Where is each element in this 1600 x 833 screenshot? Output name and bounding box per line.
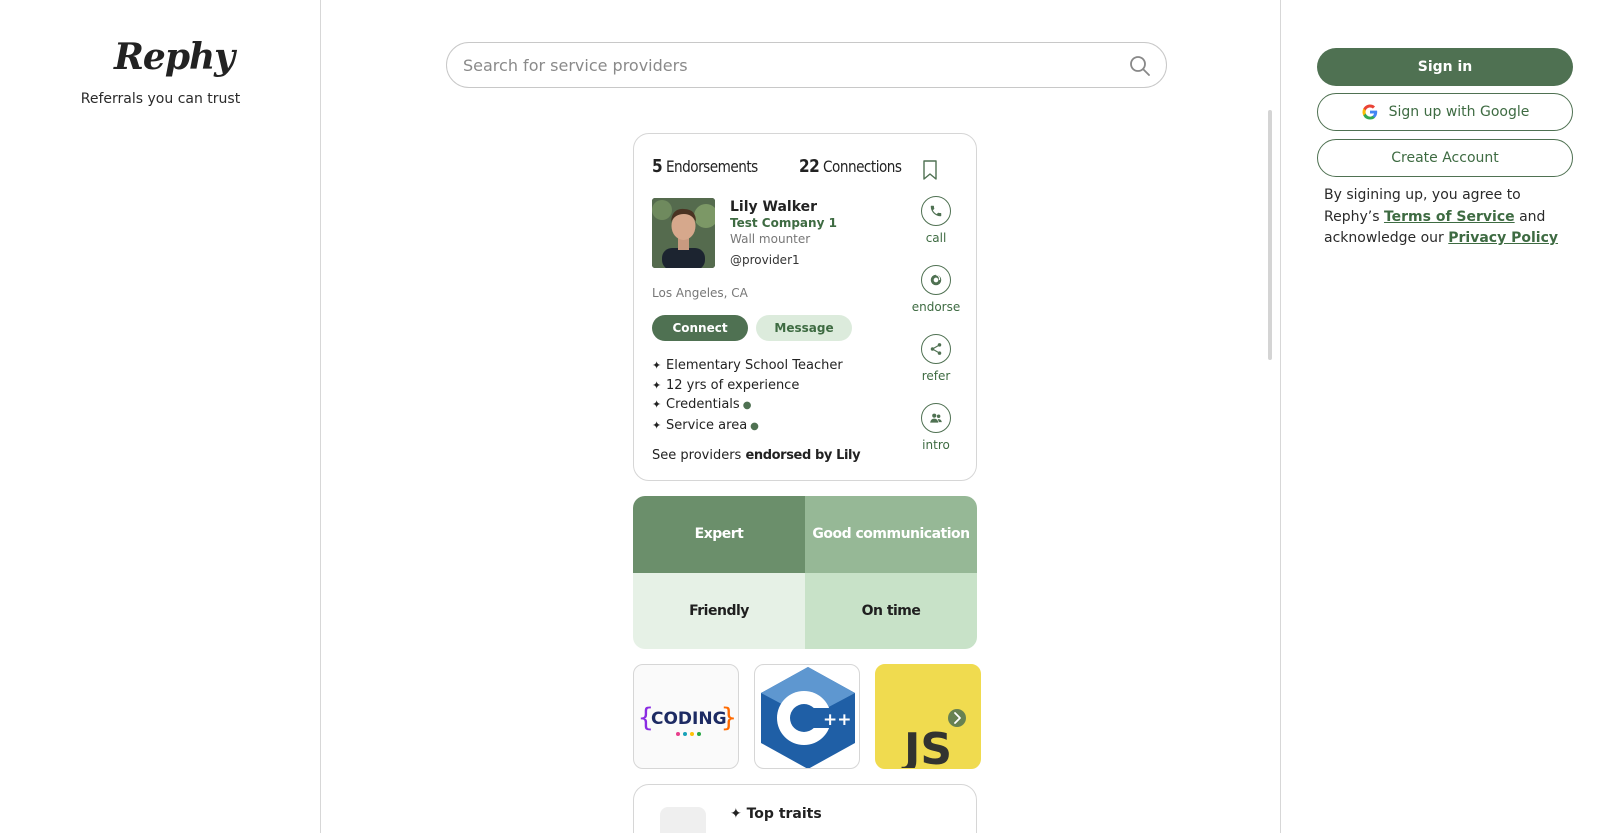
legal-notice: By sigining up, you agree to Rephy’s Ter… <box>1324 187 1559 246</box>
call-action[interactable]: call <box>906 196 966 245</box>
bookmark-icon[interactable] <box>922 160 938 180</box>
provider-stats: 5 Endorsements 22 Connections <box>652 156 902 177</box>
gallery-image-coding[interactable]: { CODING } <box>633 664 739 769</box>
left-sidebar: Rephy Referrals you can trust <box>0 0 321 833</box>
brand-logo[interactable]: Rephy <box>114 36 235 78</box>
list-item[interactable]: ✦ Credentials ● <box>652 395 843 416</box>
gallery-image-javascript[interactable]: JS <box>875 664 981 769</box>
search-bar[interactable] <box>446 42 1167 88</box>
provider-name[interactable]: Lily Walker <box>730 199 817 215</box>
work-gallery: { CODING } ++ JS <box>633 664 981 769</box>
sparkle-icon: ✦ <box>730 806 747 822</box>
terms-of-service-link[interactable]: Terms of Service <box>1384 209 1515 225</box>
sign-in-button[interactable]: Sign in <box>1317 48 1573 86</box>
share-icon[interactable] <box>921 334 951 364</box>
endorsements-count: 5 <box>652 156 663 177</box>
message-button[interactable]: Message <box>756 315 852 341</box>
scrollbar[interactable] <box>1268 110 1272 360</box>
refer-action[interactable]: refer <box>906 334 966 383</box>
google-signup-button[interactable]: Sign up with Google <box>1317 93 1573 131</box>
avatar[interactable] <box>652 198 715 268</box>
trait-tile[interactable]: Friendly <box>633 572 805 649</box>
avatar-placeholder <box>660 807 706 833</box>
connections-label[interactable]: Connections <box>823 157 902 176</box>
provider-card: 5 Endorsements 22 Connections Lily Walke… <box>633 133 977 481</box>
endorse-action[interactable]: endorse <box>906 265 966 314</box>
auth-panel: Sign in Sign up with Google Create Accou… <box>1282 0 1600 833</box>
traits-grid: Expert Good communication Friendly On ti… <box>633 496 977 649</box>
sparkle-icon: ✦ <box>652 378 662 392</box>
provider-location: Los Angeles, CA <box>652 286 748 300</box>
coding-logo: { CODING } <box>638 703 737 736</box>
svg-text:++: ++ <box>823 710 852 730</box>
cpp-logo: ++ <box>761 667 855 768</box>
list-item: ✦ 12 yrs of experience <box>652 376 843 396</box>
provider-highlights: ✦ Elementary School Teacher ✦ 12 yrs of ex… <box>652 356 843 436</box>
connections-count: 22 <box>798 156 820 177</box>
svg-text:}: } <box>721 703 737 733</box>
javascript-logo: JS <box>901 709 966 769</box>
list-item[interactable]: ✦ Service area ● <box>652 416 843 437</box>
gallery-image-cpp[interactable]: ++ <box>754 664 860 769</box>
google-icon <box>1362 104 1377 120</box>
trait-tile[interactable]: Good communication <box>805 496 977 573</box>
sparkle-icon: ✦ <box>652 398 662 411</box>
search-icon[interactable] <box>1128 54 1152 78</box>
sparkle-icon: ✦ <box>652 359 662 372</box>
trait-tile[interactable]: On time <box>805 572 977 649</box>
expand-dot-icon[interactable]: ● <box>750 421 759 432</box>
connect-button[interactable]: Connect <box>652 315 748 341</box>
provider-card: ✦ Top traits <box>633 784 977 833</box>
trait-tile[interactable]: Expert <box>633 496 805 573</box>
people-icon[interactable] <box>921 403 951 433</box>
card-title: ✦ Top traits <box>730 806 822 822</box>
see-endorsed-providers-link[interactable]: See providers endorsed by Lily <box>652 448 861 463</box>
list-item: ✦ Elementary School Teacher <box>652 356 843 376</box>
main-feed: 5 Endorsements 22 Connections <box>321 0 1281 833</box>
brand-tagline: Referrals you can trust <box>80 91 241 107</box>
provider-role: Wall mounter <box>730 232 811 246</box>
phone-icon[interactable] <box>921 196 951 226</box>
expand-dot-icon[interactable]: ● <box>743 400 752 411</box>
search-input[interactable] <box>463 43 1103 87</box>
provider-handle: @provider1 <box>730 253 800 267</box>
provider-company[interactable]: Test Company 1 <box>730 216 837 230</box>
svg-text:JS: JS <box>901 724 952 769</box>
create-account-button[interactable]: Create Account <box>1317 139 1573 177</box>
svg-text:CODING: CODING <box>651 709 727 729</box>
intro-action[interactable]: intro <box>906 403 966 452</box>
endorse-icon[interactable] <box>921 265 951 295</box>
avatar-photo <box>652 198 715 268</box>
sparkle-icon: ✦ <box>652 418 662 432</box>
endorsements-label[interactable]: Endorsements <box>666 157 758 176</box>
page: Rephy Referrals you can trust 5 Endorsem… <box>0 0 1600 833</box>
privacy-policy-link[interactable]: Privacy Policy <box>1448 230 1558 246</box>
